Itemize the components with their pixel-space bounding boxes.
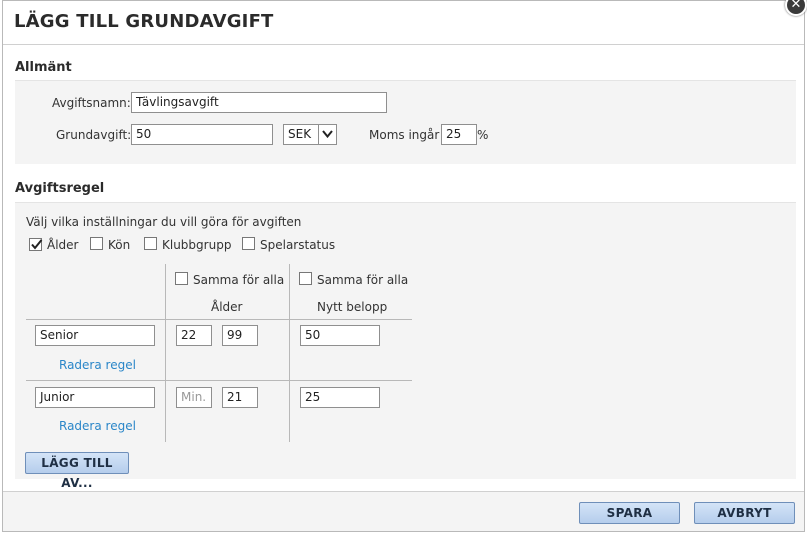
cancel-button[interactable]: AVBRYT: [694, 502, 795, 524]
age-same-for-all-label: Samma för alla: [193, 273, 285, 287]
table-divider: [289, 264, 290, 442]
delete-rule-link[interactable]: Radera regel: [59, 419, 136, 433]
save-button[interactable]: SPARA: [579, 502, 680, 524]
option-age-checkbox[interactable]: [29, 238, 43, 251]
fee-name-input[interactable]: Tävlingsavgift: [131, 92, 387, 113]
option-playerstatus-label: Spelarstatus: [260, 238, 336, 252]
rule-name-input[interactable]: Junior: [35, 387, 155, 408]
age-max-input[interactable]: 99: [222, 325, 258, 346]
add-base-fee-dialog: LÄGG TILL GRUNDAVGIFT Allmänt Avgiftsnam…: [2, 0, 805, 532]
option-clubgroup-checkbox[interactable]: [144, 237, 157, 250]
add-rule-button[interactable]: LÄGG TILL AV...: [25, 452, 129, 490]
rule-instruction: Välj vilka inställningar du vill göra fö…: [26, 215, 302, 229]
age-min-input[interactable]: Min.: [176, 387, 212, 408]
fee-rule-panel: Välj vilka inställningar du vill göra fö…: [15, 202, 796, 490]
option-gender-label: Kön: [108, 238, 131, 252]
new-amount-input[interactable]: 25: [300, 387, 380, 408]
dialog-title: LÄGG TILL GRUNDAVGIFT: [14, 11, 274, 32]
table-divider: [26, 380, 412, 381]
amount-column-header: Nytt belopp: [317, 300, 388, 314]
vat-unit: %: [477, 128, 489, 142]
chevron-down-icon[interactable]: [318, 125, 336, 144]
amount-same-for-all-label: Samma för alla: [317, 273, 409, 287]
general-section-heading: Allmänt: [15, 60, 72, 75]
dialog-title-bar: LÄGG TILL GRUNDAVGIFT: [3, 1, 804, 45]
age-min-input[interactable]: 22: [176, 325, 212, 346]
vat-input[interactable]: 25: [441, 124, 477, 145]
new-amount-input[interactable]: 50: [300, 325, 380, 346]
fee-rule-section-heading: Avgiftsregel: [15, 181, 105, 196]
age-max-input[interactable]: 21: [222, 387, 258, 408]
table-divider: [26, 319, 412, 320]
option-gender-checkbox[interactable]: [90, 237, 103, 250]
base-fee-label: Grundavgift:: [56, 128, 132, 142]
fee-name-label: Avgiftsnamn:: [52, 96, 131, 110]
vat-included-label: Moms ingår: [369, 128, 440, 142]
amount-same-for-all-checkbox[interactable]: [299, 272, 312, 285]
base-fee-input[interactable]: 50: [131, 124, 273, 145]
age-same-for-all-checkbox[interactable]: [175, 272, 188, 285]
currency-select[interactable]: SEK: [283, 124, 337, 145]
general-panel: Avgiftsnamn: Tävlingsavgift Grundavgift:…: [15, 80, 796, 164]
option-playerstatus-checkbox[interactable]: [242, 237, 255, 250]
checkmark-icon: [31, 239, 43, 250]
table-divider: [165, 264, 166, 442]
option-age-label: Ålder: [47, 238, 79, 252]
rule-name-input[interactable]: Senior: [35, 325, 155, 346]
dialog-footer: SPARA AVBRYT: [3, 491, 804, 531]
currency-value: SEK: [288, 127, 312, 141]
delete-rule-link[interactable]: Radera regel: [59, 358, 136, 372]
age-column-header: Ålder: [211, 300, 243, 314]
option-clubgroup-label: Klubbgrupp: [162, 238, 232, 252]
